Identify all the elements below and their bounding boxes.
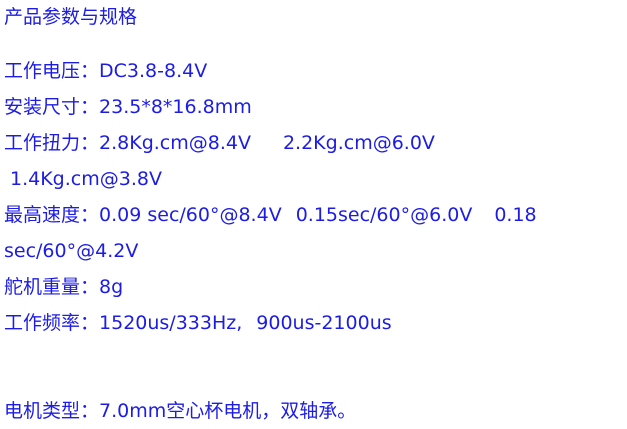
spec-motor: 电机类型：7.0mm空心杯电机，双轴承。 [4, 398, 356, 424]
voltage-label: 工作电压： [4, 60, 100, 82]
weight-label: 舵机重量： [4, 276, 100, 298]
torque-value-1: 2.8Kg.cm@8.4V [99, 132, 251, 154]
speed-value-3a: 0.18 [494, 204, 537, 226]
speed-label: 最高速度： [4, 204, 100, 226]
torque-label: 工作扭力： [4, 132, 100, 154]
voltage-value: DC3.8-8.4V [99, 60, 208, 82]
frequency-value-1: 1520us/333Hz, [99, 312, 243, 334]
spec-speed: 最高速度：0.09 sec/60°@8.4V 0.15sec/60°@6.0V 0.… [4, 202, 537, 228]
speed-value-1: 0.09 sec/60°@8.4V [99, 204, 282, 226]
size-label: 安装尺寸： [4, 96, 100, 118]
spec-size: 安装尺寸：23.5*8*16.8mm [4, 94, 252, 120]
weight-value: 8g [99, 276, 124, 298]
frequency-label: 工作频率： [4, 312, 100, 334]
torque-value-2: 2.2Kg.cm@6.0V [282, 132, 435, 154]
speed-value-3b: sec/60°@4.2V [4, 240, 139, 262]
speed-value-2: 0.15sec/60°@6.0V [295, 204, 473, 226]
spec-torque: 工作扭力：2.8Kg.cm@8.4V 2.2Kg.cm@6.0V [4, 130, 435, 156]
size-value: 23.5*8*16.8mm [99, 96, 252, 118]
frequency-value-2: 900us-2100us [256, 312, 392, 334]
spec-torque-continued: 1.4Kg.cm@3.8V [10, 166, 162, 192]
spec-frequency: 工作频率：1520us/333Hz, 900us-2100us [4, 310, 392, 336]
spec-voltage: 工作电压：DC3.8-8.4V [4, 58, 207, 84]
torque-value-3: 1.4Kg.cm@3.8V [10, 168, 162, 190]
spec-weight: 舵机重量：8g [4, 274, 123, 300]
motor-label: 电机类型： [4, 400, 100, 422]
doc-title: 产品参数与规格 [4, 6, 138, 28]
spec-speed-continued: sec/60°@4.2V [4, 238, 138, 264]
motor-value: 7.0mm空心杯电机，双轴承。 [99, 400, 357, 422]
spec-document: 产品参数与规格 工作电压：DC3.8-8.4V 安装尺寸：23.5*8*16.8… [0, 0, 627, 429]
